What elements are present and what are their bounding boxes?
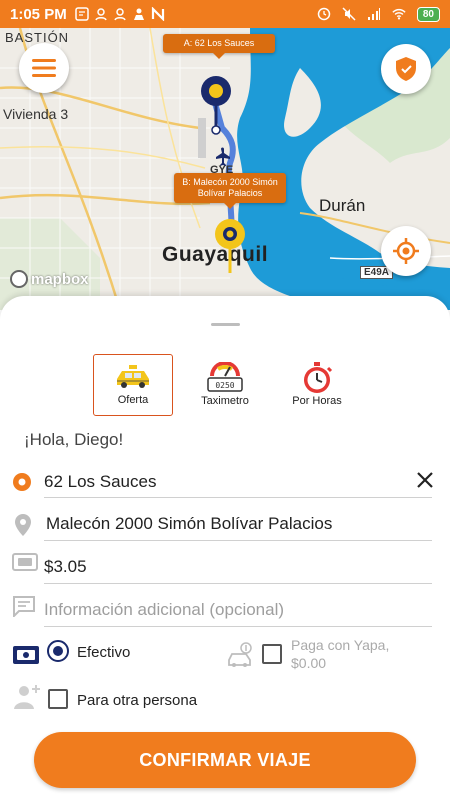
person-alert-icon	[94, 8, 107, 21]
clear-origin-icon[interactable]	[413, 468, 437, 492]
crosshair-location-icon	[393, 238, 419, 264]
destination-pin-field-icon	[15, 514, 31, 536]
price-divider	[44, 583, 432, 584]
person-alert-icon-2	[113, 8, 126, 21]
mode-por-horas[interactable]: Por Horas	[277, 354, 357, 416]
shield-icon	[396, 57, 416, 81]
other-person-checkbox[interactable]	[48, 689, 68, 709]
marker-b-label-line2: Bolívar Palacios	[197, 188, 263, 198]
destination-field[interactable]: Malecón 2000 Simón Bolívar Palacios	[46, 514, 332, 534]
add-person-icon	[14, 685, 40, 709]
yapa-label-line1: Paga con Yapa,	[291, 637, 390, 653]
origin-dot-icon	[13, 473, 31, 491]
mode-taximetro[interactable]: 0250 Taximetro	[185, 354, 265, 416]
price-field[interactable]: $3.05	[44, 557, 87, 577]
mapbox-attribution[interactable]: mapbox	[10, 270, 89, 288]
other-person-label: Para otra persona	[77, 692, 198, 709]
map-label-duran: Durán	[319, 196, 366, 215]
marker-b-label-line1: B: Malecón 2000 Simón	[182, 177, 278, 187]
pickup-pin-icon[interactable]	[199, 74, 233, 136]
alarm-icon	[317, 7, 331, 21]
status-right: 80	[317, 6, 440, 22]
mode-oferta[interactable]: Oferta	[93, 354, 173, 416]
notification-icon	[74, 7, 89, 21]
comment-icon	[13, 596, 35, 617]
cash-label: Efectivo	[77, 644, 131, 661]
marker-b-tooltip: B: Malecón 2000 Simón Bolívar Palacios	[174, 173, 286, 209]
screen: 1:05 PM 80 BASTIÓN Vivienda 3 Guayaquil …	[0, 0, 450, 800]
greeting-text: ¡Hola, Diego!	[24, 430, 124, 449]
origin-divider	[44, 497, 432, 498]
money-icon	[12, 553, 38, 571]
info-divider	[44, 626, 432, 627]
trip-bottom-sheet: Oferta 0250 Taximetro Por Horas ¡Hola, D…	[0, 296, 450, 800]
taxi-icon	[117, 365, 149, 388]
mode-taximetro-label: Taximetro	[201, 395, 249, 407]
sheet-drag-handle[interactable]	[211, 323, 240, 326]
mute-icon	[342, 7, 356, 21]
yapa-label: Paga con Yapa, $0.00	[291, 636, 389, 672]
taximeter-readout: 0250	[215, 381, 234, 390]
wifi-icon	[392, 8, 406, 20]
yapa-label-line2: $0.00	[291, 655, 327, 671]
status-time: 1:05 PM	[10, 5, 67, 23]
cash-radio-dot	[53, 646, 63, 656]
taximeter-icon: 0250	[207, 362, 243, 392]
marker-a-label: A: 62 Los Sauces	[183, 38, 255, 48]
my-location-button[interactable]	[381, 226, 431, 276]
signal-icon	[367, 8, 380, 20]
confirm-trip-button[interactable]: CONFIRMAR VIAJE	[34, 732, 416, 788]
destination-pin-icon[interactable]	[213, 217, 247, 279]
additional-info-field[interactable]: Información adicional (opcional)	[44, 600, 284, 620]
driver-icon	[133, 8, 144, 20]
stopwatch-icon	[304, 362, 333, 393]
safety-button[interactable]	[381, 44, 431, 94]
mode-oferta-label: Oferta	[117, 394, 149, 406]
cash-icon	[13, 646, 39, 664]
yapa-car-cash-icon	[228, 642, 252, 667]
cash-radio[interactable]	[47, 640, 69, 662]
map-view[interactable]: BASTIÓN Vivienda 3 Guayaquil Durán GYE E…	[0, 28, 450, 310]
mode-por-horas-label: Por Horas	[292, 395, 342, 407]
marker-a-tooltip: A: 62 Los Sauces	[163, 34, 275, 59]
mapbox-logo-icon	[10, 270, 28, 288]
n-app-icon	[151, 7, 164, 21]
destination-divider	[44, 540, 432, 541]
yapa-checkbox[interactable]	[262, 644, 282, 664]
map-label-vivienda: Vivienda 3	[3, 106, 69, 122]
battery-indicator: 80	[416, 6, 440, 22]
origin-field[interactable]: 62 Los Sauces	[44, 472, 156, 492]
menu-button[interactable]	[19, 43, 69, 93]
mapbox-text: mapbox	[31, 270, 89, 288]
status-bar: 1:05 PM 80	[0, 0, 450, 28]
hamburger-menu-icon	[32, 59, 56, 77]
